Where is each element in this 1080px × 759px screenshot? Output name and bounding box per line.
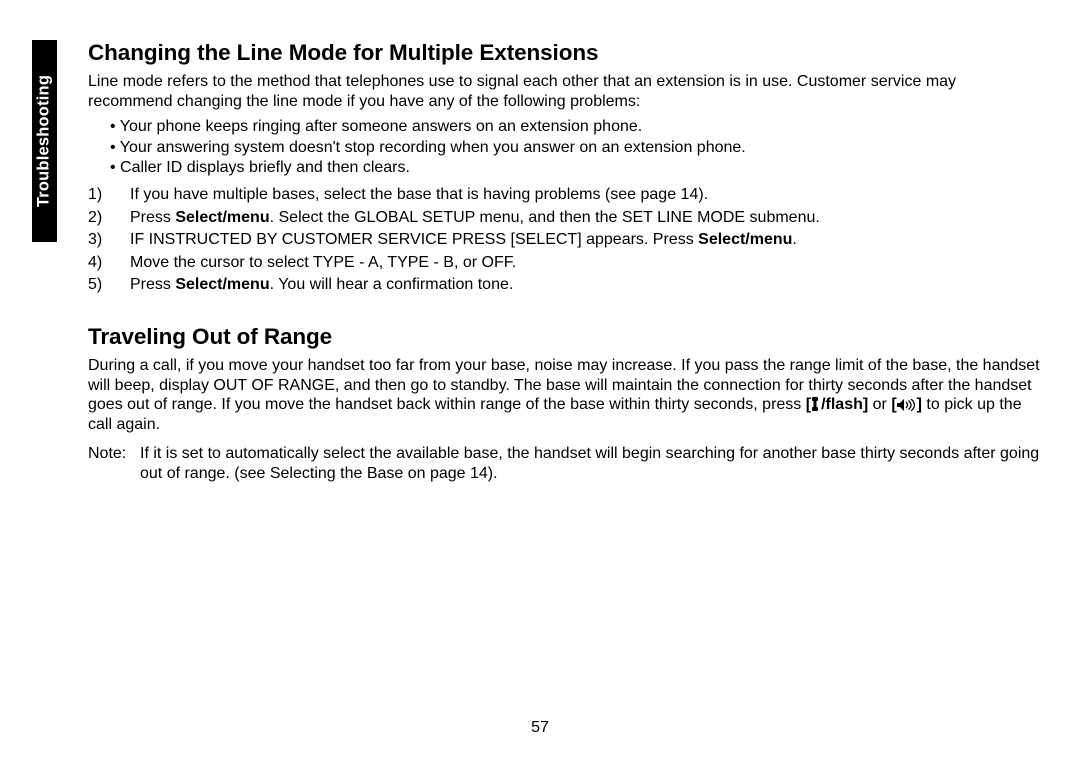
list-item: 4)Move the cursor to select TYPE - A, TY…	[110, 252, 1040, 274]
intro-paragraph: Line mode refers to the method that tele…	[88, 72, 1040, 111]
list-item: 1)If you have multiple bases, select the…	[110, 184, 1040, 206]
speaker-icon	[897, 399, 917, 411]
step-text: .	[792, 231, 796, 248]
procedure-steps: 1)If you have multiple bases, select the…	[110, 184, 1040, 296]
list-item: 3)IF INSTRUCTED BY CUSTOMER SERVICE PRES…	[110, 229, 1040, 251]
step-text: . Select the GLOBAL SETUP menu, and then…	[270, 209, 820, 226]
side-tab-troubleshooting: Troubleshooting	[32, 40, 57, 242]
range-paragraph: During a call, if you move your handset …	[88, 356, 1040, 434]
step-text: Press	[130, 276, 175, 293]
step-bold: Select/menu	[175, 209, 269, 226]
text: or	[868, 396, 891, 413]
page-number: 57	[0, 719, 1080, 737]
note-row: Note: If it is set to automatically sele…	[88, 444, 1040, 483]
note-body: If it is set to automatically select the…	[140, 444, 1040, 483]
phone-icon	[811, 397, 821, 411]
list-item: 5)Press Select/menu. You will hear a con…	[110, 274, 1040, 296]
heading-out-of-range: Traveling Out of Range	[88, 324, 1040, 350]
step-bold: Select/menu	[175, 276, 269, 293]
list-item: Caller ID displays briefly and then clea…	[110, 158, 1040, 178]
page: Troubleshooting Changing the Line Mode f…	[0, 0, 1080, 759]
step-bold: Select/menu	[698, 231, 792, 248]
step-text: Press	[130, 209, 175, 226]
list-item: 2)Press Select/menu. Select the GLOBAL S…	[110, 207, 1040, 229]
heading-line-mode: Changing the Line Mode for Multiple Exte…	[88, 40, 1040, 66]
problem-bullets: Your phone keeps ringing after someone a…	[110, 117, 1040, 178]
flash-key: [/flash]	[806, 396, 868, 413]
note-label: Note:	[88, 444, 140, 483]
step-text: . You will hear a confirmation tone.	[270, 276, 514, 293]
step-text: Move the cursor to select TYPE - A, TYPE…	[130, 254, 516, 271]
list-item: Your phone keeps ringing after someone a…	[110, 117, 1040, 137]
speaker-key: []	[891, 396, 922, 413]
step-text: IF INSTRUCTED BY CUSTOMER SERVICE PRESS …	[130, 231, 698, 248]
step-text: If you have multiple bases, select the b…	[130, 186, 708, 203]
list-item: Your answering system doesn't stop recor…	[110, 138, 1040, 158]
bracket: /flash]	[821, 396, 868, 413]
side-tab-label: Troubleshooting	[35, 75, 54, 207]
section-out-of-range: Traveling Out of Range During a call, if…	[88, 324, 1040, 483]
